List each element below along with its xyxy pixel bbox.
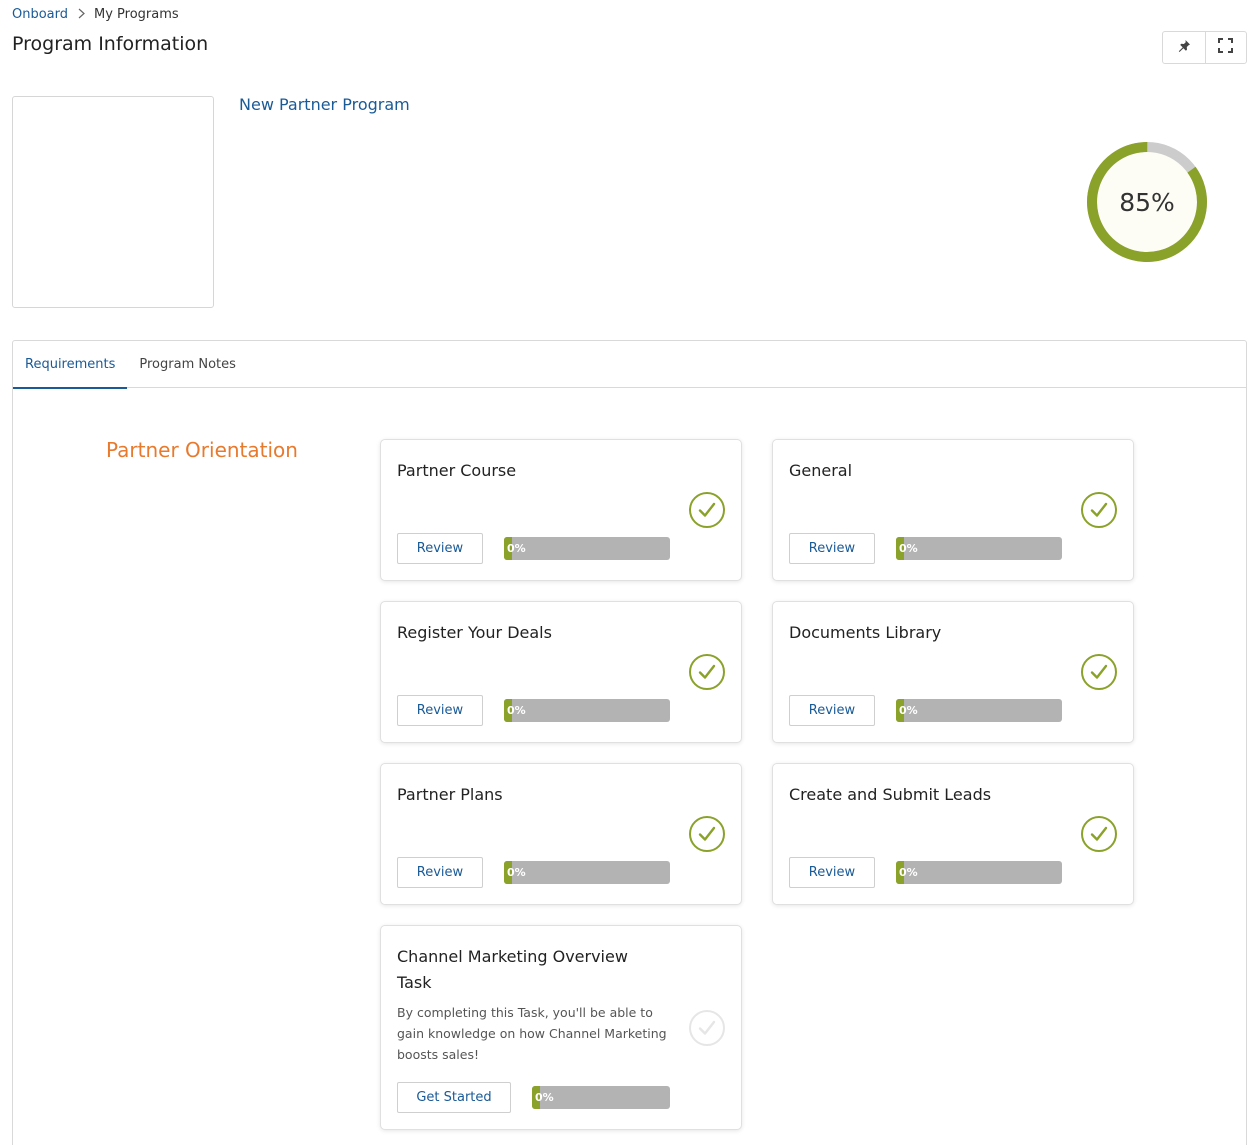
section-title: Partner Orientation — [106, 438, 298, 462]
header-tools — [1162, 31, 1247, 64]
chevron-right-icon — [78, 8, 85, 22]
tab-bar: Requirements Program Notes — [13, 341, 1246, 389]
task-progress-label: 0% — [507, 866, 526, 879]
review-button[interactable]: Review — [397, 857, 483, 888]
check-circle-icon — [689, 816, 725, 852]
task-card: Create and Submit Leads Review 0% — [772, 763, 1134, 905]
task-card: Channel Marketing Overview Task By comple… — [380, 925, 742, 1130]
task-title: Partner Course — [397, 461, 517, 480]
program-name-link[interactable]: New Partner Program — [239, 95, 410, 114]
task-progress-bar: 0% — [896, 861, 1062, 884]
tab-program-notes[interactable]: Program Notes — [127, 341, 248, 388]
task-progress-label: 0% — [507, 704, 526, 717]
task-title: Documents Library — [789, 623, 942, 642]
completion-ring: 85% — [1083, 138, 1211, 266]
program-image — [12, 96, 214, 308]
task-progress-label: 0% — [535, 1091, 554, 1104]
completion-percent: 85% — [1119, 187, 1175, 217]
task-description: By completing this Task, you'll be able … — [397, 1005, 667, 1062]
task-card: Register Your Deals Review 0% — [380, 601, 742, 743]
task-progress-bar: 0% — [504, 861, 670, 884]
review-button[interactable]: Review — [397, 533, 483, 564]
task-card: General Review 0% — [772, 439, 1134, 581]
task-progress-bar: 0% — [896, 699, 1062, 722]
check-circle-icon — [689, 1010, 725, 1046]
page-title: Program Information — [12, 33, 209, 55]
check-circle-icon — [1081, 492, 1117, 528]
breadcrumb-onboard-link[interactable]: Onboard — [12, 7, 68, 22]
check-circle-icon — [1081, 816, 1117, 852]
breadcrumb: Onboard My Programs — [12, 7, 179, 22]
task-progress-label: 0% — [899, 704, 918, 717]
task-progress-label: 0% — [899, 542, 918, 555]
task-progress-bar: 0% — [896, 537, 1062, 560]
tab-requirements[interactable]: Requirements — [13, 341, 128, 389]
check-circle-icon — [689, 654, 725, 690]
task-title: Partner Plans — [397, 785, 503, 804]
task-title: Channel Marketing Overview Task — [397, 947, 628, 992]
pin-icon — [1177, 38, 1191, 57]
get-started-button[interactable]: Get Started — [397, 1082, 511, 1113]
task-progress-label: 0% — [507, 542, 526, 555]
task-progress-bar: 0% — [504, 537, 670, 560]
check-circle-icon — [1081, 654, 1117, 690]
task-title: Register Your Deals — [397, 623, 552, 642]
fullscreen-button[interactable] — [1204, 32, 1247, 63]
task-card: Partner Plans Review 0% — [380, 763, 742, 905]
fullscreen-icon — [1218, 38, 1234, 57]
review-button[interactable]: Review — [789, 857, 875, 888]
task-progress-label: 0% — [899, 866, 918, 879]
pin-button[interactable] — [1163, 32, 1205, 63]
check-circle-icon — [689, 492, 725, 528]
task-progress-bar: 0% — [532, 1086, 670, 1109]
task-progress-bar: 0% — [504, 699, 670, 722]
task-card: Partner Course Review 0% — [380, 439, 742, 581]
task-title: Create and Submit Leads — [789, 785, 992, 804]
task-title: General — [789, 461, 853, 480]
breadcrumb-current: My Programs — [94, 7, 179, 22]
task-card: Documents Library Review 0% — [772, 601, 1134, 743]
review-button[interactable]: Review — [397, 695, 483, 726]
review-button[interactable]: Review — [789, 533, 875, 564]
review-button[interactable]: Review — [789, 695, 875, 726]
